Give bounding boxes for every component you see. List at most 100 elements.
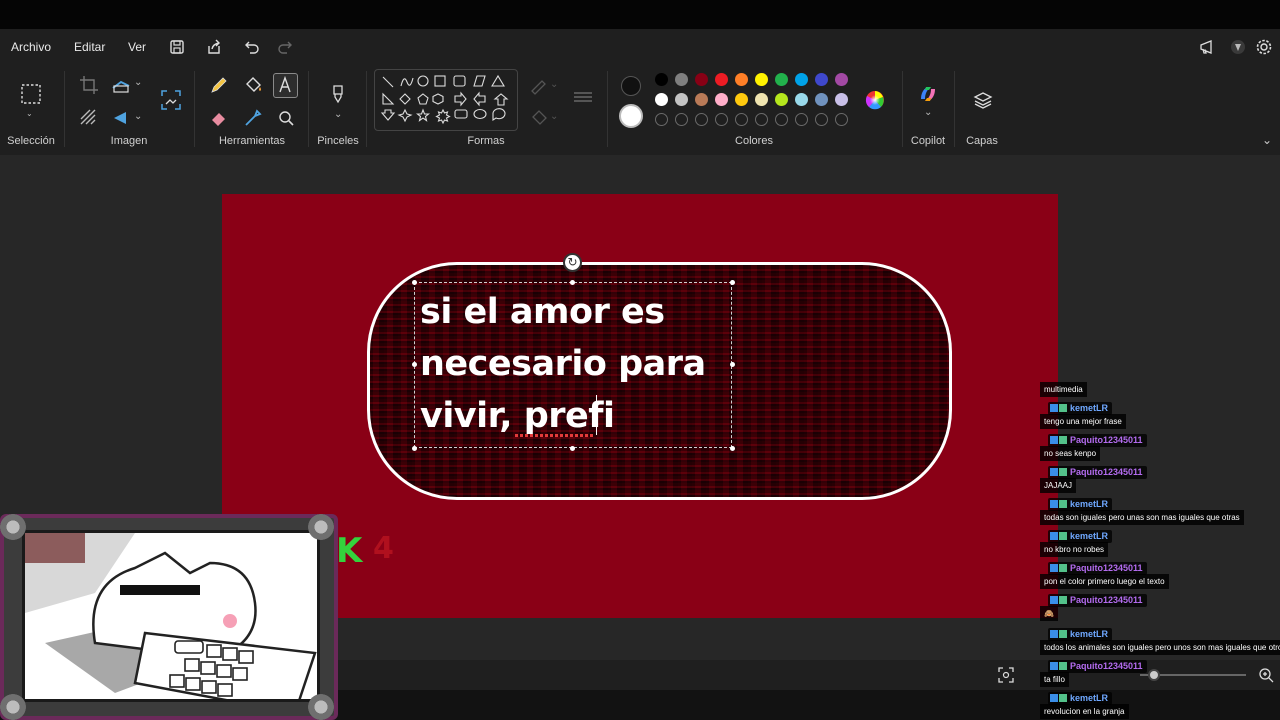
palette-empty-swatch[interactable] — [655, 113, 668, 126]
shape-size-icon[interactable] — [572, 87, 594, 109]
resize-dropdown-icon[interactable]: ⌄ — [134, 77, 156, 99]
palette-empty-swatch[interactable] — [675, 113, 688, 126]
shapes-gallery[interactable] — [374, 69, 518, 131]
crop-icon[interactable] — [78, 74, 100, 96]
palette-empty-swatch[interactable] — [835, 113, 848, 126]
copilot-icon[interactable] — [917, 83, 939, 105]
palette-empty-swatch[interactable] — [715, 113, 728, 126]
shape-fill-icon[interactable] — [528, 107, 550, 129]
chat-message: 🙈 — [1040, 606, 1058, 621]
selection-dropdown-icon[interactable]: ⌄ — [26, 109, 36, 119]
palette-color-swatch[interactable] — [675, 93, 688, 106]
chat-message: todas son iguales pero unas son mas igua… — [1040, 510, 1244, 525]
resize-handle[interactable] — [570, 280, 575, 285]
resize-handle[interactable] — [570, 446, 575, 451]
share-icon[interactable] — [204, 37, 224, 57]
ribbon-separator — [64, 71, 65, 147]
settings-gear-icon[interactable] — [1254, 37, 1274, 57]
layers-icon[interactable] — [972, 89, 994, 111]
redo-icon[interactable] — [275, 37, 295, 57]
account-avatar-icon[interactable] — [1228, 37, 1248, 57]
resize-handle[interactable] — [412, 280, 417, 285]
group-label-herramientas: Herramientas — [218, 135, 286, 147]
canvas-text-line-3: vivir, prefi — [420, 396, 615, 436]
palette-color-swatch[interactable] — [755, 73, 768, 86]
chat-username-text: Paquito12345011 — [1070, 563, 1143, 573]
chat-username-text: kemetLR — [1070, 629, 1109, 639]
palette-color-swatch[interactable] — [655, 73, 668, 86]
palette-color-swatch[interactable] — [695, 73, 708, 86]
group-label-pinceles: Pinceles — [317, 135, 359, 147]
resize-handle[interactable] — [412, 446, 417, 451]
palette-color-swatch[interactable] — [735, 73, 748, 86]
chat-message: multimedia — [1040, 382, 1087, 397]
text-tool-icon[interactable] — [273, 73, 298, 98]
ribbon-collapse-chevron-icon[interactable]: ⌄ — [1262, 133, 1280, 155]
palette-color-swatch[interactable] — [795, 93, 808, 106]
palette-empty-swatch[interactable] — [815, 113, 828, 126]
pencil-icon[interactable] — [208, 74, 230, 96]
brush-icon[interactable] — [327, 83, 349, 105]
chat-username-text: kemetLR — [1070, 531, 1109, 541]
flip-icon[interactable] — [110, 107, 132, 129]
undo-icon[interactable] — [242, 37, 262, 57]
eraser-icon[interactable] — [208, 107, 230, 129]
save-icon[interactable] — [167, 37, 187, 57]
selection-icon[interactable] — [20, 83, 42, 105]
frame-bolt — [0, 694, 26, 720]
palette-color-swatch[interactable] — [815, 73, 828, 86]
resize-handle[interactable] — [730, 280, 735, 285]
chat-username-text: Paquito12345011 — [1070, 467, 1143, 477]
image-ai-icon[interactable] — [160, 89, 182, 111]
resize-handle[interactable] — [730, 362, 735, 367]
color-picker-icon[interactable] — [242, 107, 264, 129]
menu-editar[interactable]: Editar — [74, 40, 105, 54]
menu-archivo[interactable]: Archivo — [11, 40, 51, 54]
palette-color-swatch[interactable] — [735, 93, 748, 106]
shape-outline-icon[interactable] — [528, 75, 550, 97]
group-label-copilot: Copilot — [910, 135, 946, 147]
brush-dropdown-icon[interactable]: ⌄ — [334, 109, 356, 131]
palette-color-swatch[interactable] — [795, 73, 808, 86]
primary-color-swatch[interactable] — [621, 76, 641, 96]
shape-outline-dropdown-icon[interactable]: ⌄ — [550, 79, 572, 101]
chat-username: Paquito12345011 — [1048, 594, 1147, 607]
zoom-icon[interactable] — [275, 107, 297, 129]
feedback-icon[interactable] — [1198, 37, 1218, 57]
menu-ver[interactable]: Ver — [128, 40, 146, 54]
menu-bar: Archivo Editar Ver — [0, 29, 1280, 65]
palette-color-swatch[interactable] — [715, 93, 728, 106]
resize-handle[interactable] — [412, 362, 417, 367]
resize-icon[interactable] — [110, 74, 132, 96]
palette-empty-swatch[interactable] — [775, 113, 788, 126]
palette-empty-swatch[interactable] — [755, 113, 768, 126]
chat-message: tengo una mejor frase — [1040, 414, 1126, 429]
webcam-image — [22, 530, 320, 702]
palette-color-swatch[interactable] — [775, 73, 788, 86]
palette-color-swatch[interactable] — [755, 93, 768, 106]
palette-color-swatch[interactable] — [715, 73, 728, 86]
flip-dropdown-icon[interactable]: ⌄ — [134, 111, 156, 133]
fit-to-window-icon[interactable] — [996, 665, 1016, 685]
palette-color-swatch[interactable] — [835, 93, 848, 106]
secondary-color-swatch[interactable] — [619, 104, 643, 128]
palette-color-swatch[interactable] — [815, 93, 828, 106]
resize-handle[interactable] — [730, 446, 735, 451]
palette-empty-swatch[interactable] — [735, 113, 748, 126]
rotate-handle-icon[interactable]: ↻ — [563, 253, 582, 272]
palette-empty-swatch[interactable] — [795, 113, 808, 126]
group-label-seleccion: Selección — [7, 135, 55, 147]
palette-color-swatch[interactable] — [655, 93, 668, 106]
select-pattern-icon[interactable] — [78, 107, 100, 129]
palette-color-swatch[interactable] — [675, 73, 688, 86]
palette-color-swatch[interactable] — [775, 93, 788, 106]
palette-color-swatch[interactable] — [695, 93, 708, 106]
shape-fill-dropdown-icon[interactable]: ⌄ — [550, 111, 572, 133]
spellcheck-underline — [515, 434, 595, 437]
fill-bucket-icon[interactable] — [242, 74, 264, 96]
palette-color-swatch[interactable] — [835, 73, 848, 86]
edit-colors-icon[interactable] — [864, 89, 886, 111]
copilot-dropdown-icon[interactable]: ⌄ — [924, 107, 946, 129]
palette-empty-swatch[interactable] — [695, 113, 708, 126]
webcam-overlay-frame — [0, 514, 338, 720]
